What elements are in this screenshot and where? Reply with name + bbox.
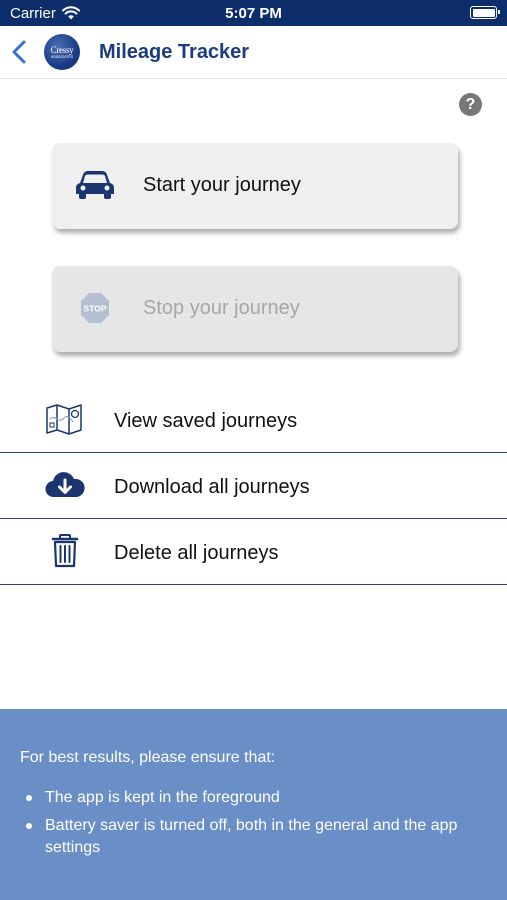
logo-subtext: ASSOCIATES <box>50 55 74 59</box>
nav-bar: Cressy ASSOCIATES Mileage Tracker <box>0 26 507 79</box>
status-bar: Carrier 5:07 PM <box>0 0 507 26</box>
svg-text:STOP: STOP <box>84 304 107 314</box>
delete-all-journeys-label: Delete all journeys <box>114 542 279 564</box>
bullet-icon <box>26 795 32 801</box>
battery-icon <box>470 6 500 19</box>
view-saved-journeys-item[interactable]: View saved journeys <box>0 387 507 453</box>
cloud-download-icon <box>45 472 85 498</box>
download-all-journeys-item[interactable]: Download all journeys <box>0 453 507 519</box>
download-all-journeys-label: Download all journeys <box>114 476 310 498</box>
info-panel: For best results, please ensure that: Th… <box>0 709 507 900</box>
list-item: Battery saver is turned off, both in the… <box>20 815 480 859</box>
map-icon <box>46 404 82 435</box>
app-logo: Cressy ASSOCIATES <box>44 34 80 70</box>
view-saved-journeys-label: View saved journeys <box>114 410 298 432</box>
list-item: The app is kept in the foreground <box>20 787 480 809</box>
info-item-text: The app is kept in the foreground <box>45 789 280 806</box>
stop-journey-label: Stop your journey <box>143 297 300 319</box>
help-symbol: ? <box>465 96 476 113</box>
car-icon <box>76 171 114 199</box>
info-item-text: Battery saver is turned off, both in the… <box>45 817 458 856</box>
start-journey-label: Start your journey <box>143 174 301 196</box>
status-time: 5:07 PM <box>225 5 282 22</box>
chevron-left-icon[interactable] <box>8 38 32 66</box>
page-title: Mileage Tracker <box>99 41 250 63</box>
info-heading: For best results, please ensure that: <box>20 749 276 766</box>
stop-sign-icon: STOP <box>81 293 109 323</box>
trash-icon <box>51 534 79 568</box>
start-journey-button[interactable]: Start your journey <box>52 143 458 229</box>
logo-text: Cressy <box>50 45 74 55</box>
help-icon[interactable]: ? <box>459 93 482 116</box>
info-list: The app is kept in the foreground Batter… <box>20 787 480 865</box>
bullet-icon <box>26 823 32 829</box>
stop-journey-button[interactable]: STOP Stop your journey <box>52 266 458 352</box>
delete-all-journeys-item[interactable]: Delete all journeys <box>0 519 507 585</box>
